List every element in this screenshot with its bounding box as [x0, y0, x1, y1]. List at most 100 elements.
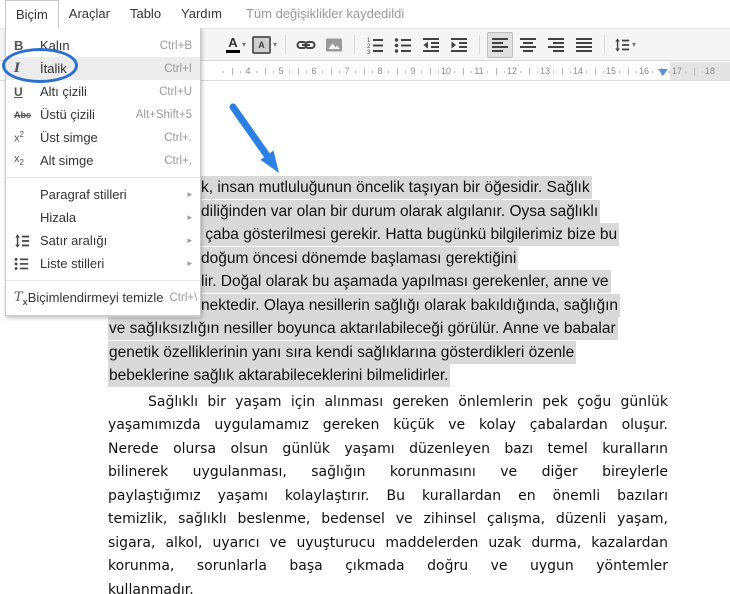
- ruler-tick: [256, 71, 257, 73]
- menu-tablo[interactable]: Tablo: [120, 0, 171, 28]
- ruler-tick: [306, 71, 307, 73]
- text-line[interactable]: sigara, alkol, uyarıcı ve uyuşturucu mad…: [108, 534, 668, 552]
- menu-item-biçimlendirmeyi-temizle[interactable]: Tx Biçimlendirmeyi temizle Ctrl+\: [6, 286, 200, 309]
- italic-icon: I: [14, 61, 21, 76]
- menu-item-label: Altı çizili: [40, 84, 87, 99]
- insert-image-button[interactable]: [321, 32, 347, 58]
- subscript-icon: x2: [14, 153, 24, 168]
- menu-item-i-talik[interactable]: I İtalik Ctrl+I: [6, 57, 200, 80]
- menu-item-kalın[interactable]: B Kalın Ctrl+B: [6, 34, 200, 57]
- selection-highlight: genetik özelliklerinin yanı sıra kendi s…: [108, 340, 577, 364]
- justify-icon: [575, 36, 593, 54]
- justify-button[interactable]: [571, 32, 597, 58]
- selected-text-line[interactable]: diliğinden var olan bir durum olarak alg…: [200, 199, 601, 223]
- menu-item-liste-stilleri[interactable]: Liste stilleri ▸: [6, 252, 200, 275]
- ruler-tick: [603, 71, 604, 73]
- selected-text-line[interactable]: çaba gösterilmesi gerekir. Hatta bugünkü…: [200, 223, 620, 246]
- submenu-arrow-icon: ▸: [187, 189, 192, 199]
- menu-yardim[interactable]: Yardım: [171, 0, 232, 28]
- menu-separator: [6, 280, 200, 281]
- menubar: Biçim Araçlar Tablo Yardım Tüm değişiklikle…: [0, 0, 730, 28]
- selected-text-line[interactable]: bebeklerine sağlık aktarabileceklerini b…: [108, 364, 451, 387]
- ruler-number: 15: [605, 66, 617, 76]
- ruler-tick: [273, 71, 274, 73]
- menu-bicim[interactable]: Biçim: [5, 0, 59, 28]
- toolbar-separator: [354, 35, 356, 54]
- menu-item-satır-aralığı[interactable]: Satır aralığı ▸: [6, 229, 200, 252]
- menu-item-alt-simge[interactable]: x2 Alt simge Ctrl+,: [6, 149, 200, 172]
- ruler-tick: [702, 71, 703, 73]
- text-line[interactable]: temizlik, sağlıklı beslenme, bedensel ve…: [108, 510, 668, 528]
- text-color-button[interactable]: A ▾: [223, 32, 249, 58]
- ruler-tick: [495, 68, 497, 75]
- selection-highlight: nektedir. Olaya nesillerin sağlığı olara…: [200, 293, 621, 317]
- menu-item-label: Üst simge: [40, 130, 98, 145]
- ruler-tick: [685, 71, 686, 73]
- align-right-button[interactable]: [543, 32, 569, 58]
- ruler-tick: [627, 68, 629, 75]
- text-line[interactable]: Nerede olursa olsun günlük yaşamı düzenl…: [108, 440, 668, 458]
- ruler-tick: [471, 71, 472, 73]
- ruler-number: 13: [539, 66, 551, 76]
- ruler-number: 14: [572, 66, 584, 76]
- menu-item-hizala[interactable]: Hizala ▸: [6, 206, 200, 229]
- selected-text-line[interactable]: k, insan mutluluğunun öncelik taşıyan bi…: [200, 176, 592, 199]
- ruler-tick: [594, 68, 596, 75]
- shortcut-label: Ctrl+B: [159, 39, 192, 52]
- ruler-number: 10: [440, 66, 452, 76]
- selected-text-line[interactable]: ve sağlıksızlığın nesiller boyunca aktar…: [108, 317, 618, 340]
- menu-item-üstü-çizili[interactable]: Abc Üstü çizili Alt+Shift+5: [6, 103, 200, 126]
- ruler-number: 4: [245, 66, 251, 76]
- menu-item-üst-simge[interactable]: x2 Üst simge Ctrl+.: [6, 126, 200, 149]
- align-left-button[interactable]: [487, 31, 514, 58]
- text-line[interactable]: paylaştığımız yaşamı kolaylaştırır. Bu k…: [108, 487, 668, 505]
- numbered-list-button[interactable]: 123: [362, 32, 388, 58]
- text-line[interactable]: yaşamımızda uygulamamız gereken küçük ve…: [108, 416, 668, 434]
- ruler-number: 16: [638, 66, 650, 76]
- menu-item-paragraf-stilleri[interactable]: Paragraf stilleri ▸: [6, 183, 200, 206]
- align-right-icon: [547, 36, 565, 54]
- chevron-down-icon[interactable]: ▾: [242, 40, 246, 49]
- menu-araclar[interactable]: Araçlar: [59, 0, 120, 28]
- save-status: Tüm değişiklikler kaydedildi: [245, 6, 405, 21]
- ruler-number: 5: [278, 66, 284, 76]
- menu-item-label: Kalın: [40, 38, 70, 53]
- line-spacing-icon: [14, 233, 40, 249]
- chevron-down-icon[interactable]: ▾: [273, 40, 277, 49]
- insert-image-icon: [325, 36, 343, 54]
- ruler-tick: [223, 71, 224, 73]
- bulleted-list-button[interactable]: [390, 32, 416, 58]
- ruler-tick: [339, 71, 340, 73]
- chevron-down-icon[interactable]: ▾: [632, 40, 636, 49]
- text-line[interactable]: Sağlıklı bir yaşam için alınması gereken…: [108, 393, 668, 411]
- selected-text-line[interactable]: doğum öncesi dönemde başlaması gerektiği…: [200, 246, 519, 270]
- text-line[interactable]: kullanmadır.: [108, 581, 668, 594]
- text-color-icon: A: [225, 36, 240, 53]
- menubar-items: Biçim Araçlar Tablo Yardım: [0, 0, 232, 28]
- selected-text-line[interactable]: nektedir. Olaya nesillerin sağlığı olara…: [200, 293, 621, 317]
- ruler-tick: [330, 68, 332, 75]
- right-indent-marker[interactable]: [658, 69, 668, 76]
- align-center-button[interactable]: [515, 32, 541, 58]
- text-line[interactable]: korunma, sorunlarla başa çıkmada doğru v…: [108, 557, 668, 575]
- line-spacing-icon: [614, 37, 630, 53]
- selected-text-line[interactable]: lir. Doğal olarak bu aşamada yapılması g…: [200, 270, 611, 293]
- ruler-tick: [636, 71, 637, 73]
- insert-link-button[interactable]: [293, 32, 319, 58]
- submenu-arrow-icon: ▸: [187, 258, 192, 268]
- strikethrough-icon: Abc: [14, 109, 32, 120]
- toolbar-separator: [604, 35, 606, 54]
- selection-highlight: doğum öncesi dönemde başlaması gerektiği…: [200, 246, 519, 270]
- increase-indent-button[interactable]: [446, 32, 472, 58]
- increase-indent-icon: [450, 36, 468, 54]
- line-spacing-button[interactable]: ▾: [612, 32, 638, 58]
- selected-text-line[interactable]: genetik özelliklerinin yanı sıra kendi s…: [108, 340, 577, 364]
- superscript-icon: x2: [14, 130, 24, 145]
- highlight-color-button[interactable]: A ▾: [251, 32, 278, 58]
- text-line[interactable]: bilinerek uygulanması, sağlığın korunmas…: [108, 463, 668, 481]
- submenu-arrow-icon: ▸: [187, 235, 192, 245]
- decrease-indent-button[interactable]: [418, 32, 444, 58]
- ruler-number: 12: [506, 66, 518, 76]
- menu-item-altı-çizili[interactable]: U Altı çizili Ctrl+U: [6, 80, 200, 103]
- ruler-tick: [652, 71, 653, 73]
